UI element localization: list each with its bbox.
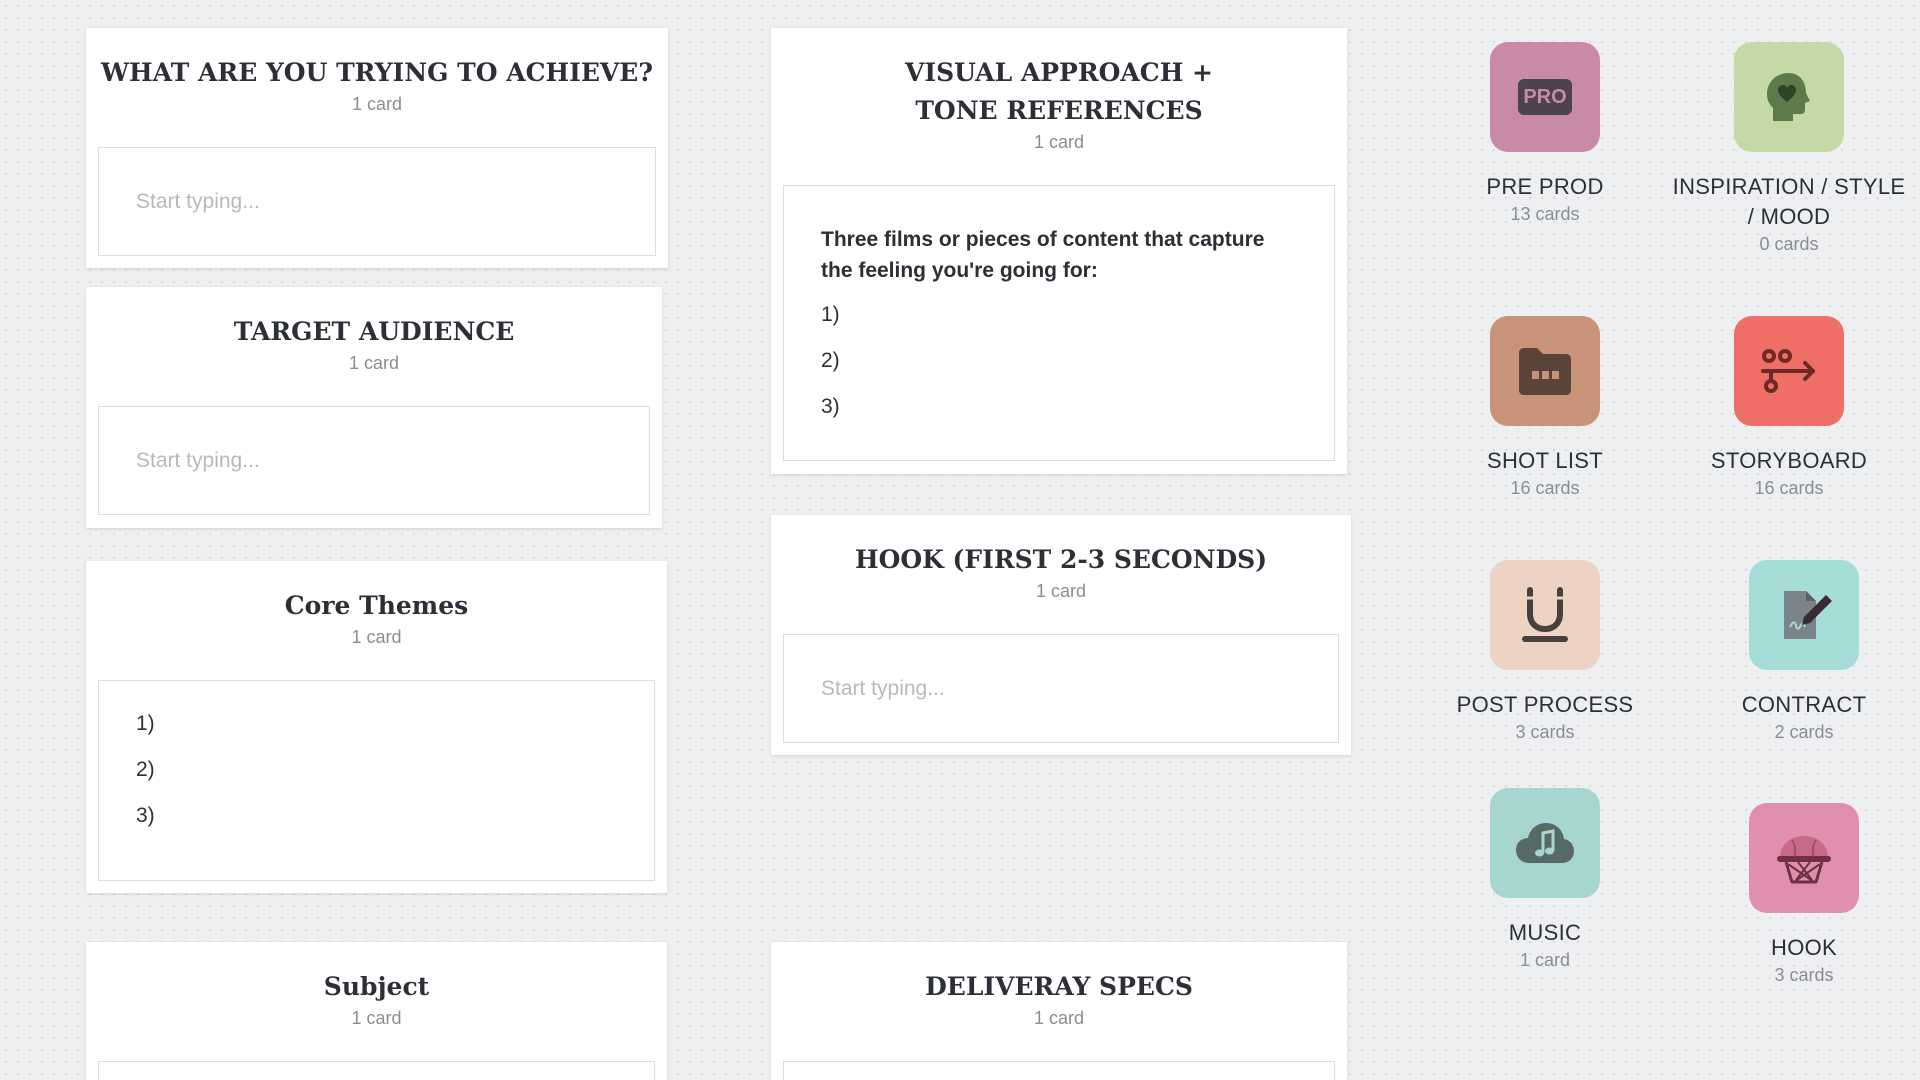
card-count: 1 card bbox=[1033, 132, 1085, 152]
board-hook[interactable]: HOOK 3 cards bbox=[1684, 803, 1920, 986]
board-post-process[interactable]: POST PROCESS 3 cards bbox=[1425, 560, 1665, 743]
board-count: 16 cards bbox=[1510, 478, 1580, 498]
list-item: 1) bbox=[821, 303, 840, 326]
board-label: SHOT LIST bbox=[1487, 448, 1603, 473]
card-title: DELIVERAY SPECS bbox=[925, 972, 1193, 1001]
note-content[interactable]: 1) 2) 3) bbox=[98, 680, 655, 881]
board-count: 13 cards bbox=[1510, 204, 1580, 224]
card-target-audience[interactable]: TARGET AUDIENCE 1 card Start typing... bbox=[86, 287, 662, 528]
board-count: 16 cards bbox=[1754, 478, 1824, 498]
board-shot-list[interactable]: SHOT LIST 16 cards bbox=[1425, 316, 1665, 499]
pro-badge-icon: PRO bbox=[1490, 42, 1600, 152]
note-input[interactable]: Start typing... bbox=[98, 406, 650, 515]
list-item: 3) bbox=[821, 395, 840, 418]
board-pre-prod[interactable]: PRO PRE PROD 13 cards bbox=[1425, 42, 1665, 225]
board-count: 3 cards bbox=[1774, 965, 1834, 985]
note-content[interactable]: Three films or pieces of content that ca… bbox=[783, 185, 1335, 461]
card-core-themes[interactable]: Core Themes 1 card 1) 2) 3) bbox=[86, 561, 667, 893]
board-label: CONTRACT bbox=[1741, 692, 1867, 717]
card-visual-approach[interactable]: VISUAL APPROACH + TONE REFERENCES 1 card… bbox=[771, 28, 1347, 474]
note-input[interactable] bbox=[783, 1061, 1335, 1080]
list-item: 3) bbox=[136, 804, 155, 827]
card-title: VISUAL APPROACH + TONE REFERENCES bbox=[771, 54, 1347, 130]
board-music[interactable]: MUSIC 1 card bbox=[1425, 788, 1665, 971]
card-title: Subject bbox=[323, 972, 430, 1001]
underline-icon bbox=[1490, 560, 1600, 670]
basketball-hoop-icon bbox=[1749, 803, 1859, 913]
board-label: MUSIC bbox=[1508, 920, 1582, 945]
board-label: POST PROCESS bbox=[1456, 692, 1634, 717]
note-placeholder: Start typing... bbox=[136, 189, 260, 213]
list-item: 1) bbox=[136, 712, 155, 735]
board-count: 0 cards bbox=[1759, 234, 1819, 254]
note-input[interactable] bbox=[98, 1061, 655, 1080]
board-label: STORYBOARD bbox=[1710, 448, 1868, 473]
list-item: 2) bbox=[136, 758, 155, 781]
document-sign-icon bbox=[1749, 560, 1859, 670]
board-label: PRE PROD bbox=[1486, 174, 1604, 199]
note-input[interactable]: Start typing... bbox=[98, 147, 656, 256]
card-count: 1 card bbox=[1033, 1008, 1085, 1028]
music-cloud-icon bbox=[1490, 788, 1600, 898]
board-label-line: INSPIRATION / STYLE bbox=[1672, 174, 1906, 199]
card-title-line: VISUAL APPROACH + bbox=[905, 58, 1213, 87]
card-achieve[interactable]: WHAT ARE YOU TRYING TO ACHIEVE? 1 card S… bbox=[86, 28, 668, 268]
board-count: 1 card bbox=[1519, 950, 1571, 970]
card-title: WHAT ARE YOU TRYING TO ACHIEVE? bbox=[100, 58, 653, 87]
card-count: 1 card bbox=[351, 94, 403, 114]
board-count: 2 cards bbox=[1774, 722, 1834, 742]
note-input[interactable]: Start typing... bbox=[783, 634, 1339, 743]
board-storyboard[interactable]: STORYBOARD 16 cards bbox=[1669, 316, 1909, 499]
card-title-line: TONE REFERENCES bbox=[915, 96, 1203, 125]
card-subject[interactable]: Subject 1 card bbox=[86, 942, 667, 1080]
board-label-line: / MOOD bbox=[1747, 204, 1831, 229]
board-count: 3 cards bbox=[1515, 722, 1575, 742]
board-label: INSPIRATION / STYLE / MOOD bbox=[1669, 172, 1909, 232]
card-count: 1 card bbox=[351, 627, 402, 647]
card-count: 1 card bbox=[1035, 581, 1087, 601]
note-placeholder: Start typing... bbox=[136, 448, 260, 472]
note-intro: Three films or pieces of content that ca… bbox=[821, 228, 1265, 282]
flow-arrow-icon bbox=[1734, 316, 1844, 426]
card-title: TARGET AUDIENCE bbox=[233, 317, 515, 346]
board-inspiration[interactable]: INSPIRATION / STYLE / MOOD 0 cards bbox=[1669, 42, 1909, 255]
card-delivery-specs[interactable]: DELIVERAY SPECS 1 card bbox=[771, 942, 1347, 1080]
head-heart-icon bbox=[1734, 42, 1844, 152]
board-contract[interactable]: CONTRACT 2 cards bbox=[1684, 560, 1920, 743]
card-title: HOOK (FIRST 2-3 SECONDS) bbox=[854, 545, 1268, 574]
card-count: 1 card bbox=[348, 353, 400, 373]
note-placeholder: Start typing... bbox=[821, 676, 945, 700]
pro-badge-text: PRO bbox=[1523, 85, 1567, 108]
board-label: HOOK bbox=[1771, 935, 1837, 960]
card-hook[interactable]: HOOK (FIRST 2-3 SECONDS) 1 card Start ty… bbox=[771, 515, 1351, 755]
list-item: 2) bbox=[821, 349, 840, 372]
card-count: 1 card bbox=[351, 1008, 402, 1028]
folder-icon bbox=[1490, 316, 1600, 426]
card-title: Core Themes bbox=[284, 591, 469, 620]
